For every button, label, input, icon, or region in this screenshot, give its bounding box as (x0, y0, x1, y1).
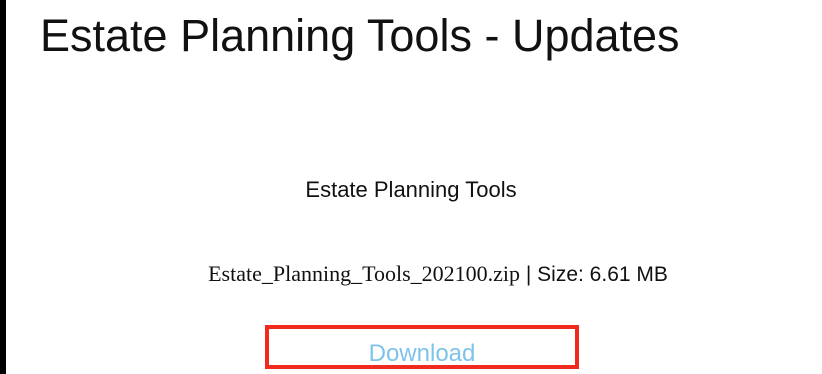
file-size: | Size: 6.61 MB (520, 263, 668, 286)
page: Estate Planning Tools - Updates Estate P… (0, 0, 822, 374)
file-name: Estate_Planning_Tools_202100.zip (208, 261, 521, 286)
download-link[interactable]: Download (0, 338, 822, 370)
page-title: Estate Planning Tools - Updates (40, 10, 680, 61)
product-name: Estate Planning Tools (305, 177, 517, 202)
file-info: Estate_Planning_Tools_202100.zip | Size:… (0, 258, 822, 293)
